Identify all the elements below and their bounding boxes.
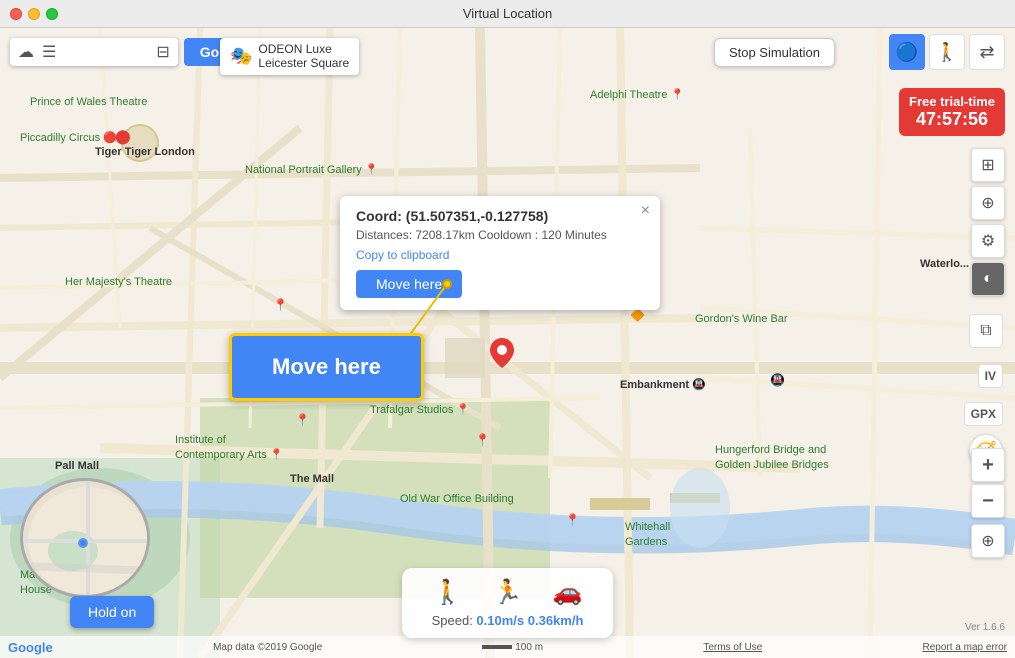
map-container: ☁ ☰ London ⊟ Go 🎭 ODEON LuxeLeicester Sq… bbox=[0, 28, 1015, 658]
coord-popup-close[interactable]: × bbox=[641, 202, 650, 220]
speed-text: Speed: 0.10m/s 0.36km/h bbox=[432, 613, 584, 628]
version-text: Ver 1.6.6 bbox=[965, 622, 1005, 633]
coord-title: Coord: (51.507351,-0.127758) bbox=[356, 208, 644, 224]
zoom-controls: + − ⊕ bbox=[971, 448, 1005, 558]
coord-details: Distances: 7208.17km Cooldown : 120 Minu… bbox=[356, 228, 644, 242]
place-her-majesty: Her Majesty's Theatre bbox=[65, 276, 172, 288]
speed-icons: 🚶 🏃 🚗 bbox=[433, 578, 583, 607]
location-input[interactable]: London bbox=[64, 44, 144, 60]
place-hungerford: Hungerford Bridge andGolden Jubilee Brid… bbox=[715, 443, 829, 474]
place-ica: Institute ofContemporary Arts 📍 bbox=[175, 433, 283, 464]
trial-label: Free trial-time bbox=[909, 94, 995, 109]
titlebar: Virtual Location bbox=[0, 0, 1015, 28]
place-prince-wales: Prince of Wales Theatre bbox=[30, 96, 147, 108]
map-marker-5: 📍 bbox=[475, 433, 490, 447]
toggle-btn[interactable]: ◐ bbox=[971, 262, 1005, 296]
zoom-out-btn[interactable]: − bbox=[971, 484, 1005, 518]
map-marker-6: 🔶 bbox=[630, 308, 645, 322]
place-national-portrait: National Portrait Gallery 📍 bbox=[245, 163, 379, 176]
map-marker-1: 📍 bbox=[273, 298, 288, 312]
map-bottom-bar: Google Map data ©2019 Google 100 m Terms… bbox=[0, 636, 1015, 658]
satellite-view-btn[interactable]: 🔵 bbox=[889, 34, 925, 70]
place-old-war: Old War Office Building bbox=[400, 493, 514, 505]
map-marker-4: 📍 bbox=[565, 513, 580, 527]
move-here-large-button[interactable]: Move here bbox=[229, 333, 424, 401]
coord-popup: × Coord: (51.507351,-0.127758) Distances… bbox=[340, 196, 660, 310]
google-logo: Google bbox=[8, 640, 53, 655]
map-data-label: Map data ©2019 Google bbox=[213, 642, 322, 653]
odeon-text: ODEON LuxeLeicester Square bbox=[258, 42, 349, 71]
main-map-pin bbox=[490, 338, 514, 373]
popup-move-here-button[interactable]: Move here bbox=[356, 270, 462, 298]
hold-on-button[interactable]: Hold on bbox=[70, 596, 154, 628]
right-toolbar-icons: 🔵 🚶 ⇄ bbox=[889, 34, 1005, 70]
map-marker-2: 📍 bbox=[295, 413, 310, 427]
run-speed-icon[interactable]: 🏃 bbox=[493, 578, 523, 607]
stop-simulation-button[interactable]: Stop Simulation bbox=[714, 38, 835, 67]
locate-btn[interactable]: ⊕ bbox=[971, 186, 1005, 220]
cloud-btn[interactable]: ☁ bbox=[18, 42, 34, 62]
menu-btn[interactable]: ☰ bbox=[42, 42, 56, 62]
place-piccadilly: Piccadilly Circus 🔴 bbox=[20, 131, 117, 144]
tune-btn[interactable]: ⚙ bbox=[971, 224, 1005, 258]
walk-speed-icon[interactable]: 🚶 bbox=[433, 578, 463, 607]
place-tiger: Tiger Tiger London bbox=[95, 146, 195, 158]
center-map-btn[interactable]: ⊕ bbox=[971, 524, 1005, 558]
distances-label: Distances: bbox=[356, 228, 412, 242]
scale-label: 100 m bbox=[482, 642, 543, 653]
mini-map bbox=[20, 478, 150, 598]
piccadilly-marker: ⬤ bbox=[115, 128, 131, 145]
toolbar-left: ☁ ☰ London ⊟ bbox=[10, 38, 178, 66]
toolbar: ☁ ☰ London ⊟ Go 🎭 ODEON LuxeLeicester Sq… bbox=[0, 38, 1015, 66]
place-whitehall: WhitehallGardens bbox=[625, 520, 670, 551]
terms-link[interactable]: Terms of Use bbox=[703, 642, 762, 653]
walk-mode-btn[interactable]: 🚶 bbox=[929, 34, 965, 70]
place-trafalgar: Trafalgar Studios 📍 bbox=[370, 403, 470, 416]
maximize-window-btn[interactable] bbox=[46, 8, 58, 20]
minimize-window-btn[interactable] bbox=[28, 8, 40, 20]
cooldown-value: 120 Minutes bbox=[541, 228, 606, 242]
trial-badge: Free trial-time 47:57:56 bbox=[899, 88, 1005, 136]
report-error-link[interactable]: Report a map error bbox=[923, 642, 1007, 653]
place-pall-mall: Pall Mall bbox=[55, 460, 99, 472]
traffic-lights bbox=[10, 8, 58, 20]
expand-map-btn[interactable]: ⊞ bbox=[971, 148, 1005, 182]
speed-label: Speed: bbox=[432, 613, 473, 628]
copy-icon-btn[interactable]: ⧉ bbox=[969, 314, 1003, 348]
copy-to-clipboard-link[interactable]: Copy to clipboard bbox=[356, 248, 644, 262]
right-controls: ⊞ ⊕ ⚙ ◐ bbox=[971, 148, 1005, 296]
place-adelphi: Adelphi Theatre 📍 bbox=[590, 88, 684, 101]
cooldown-label: Cooldown : bbox=[478, 228, 538, 242]
speed-bar: 🚶 🏃 🚗 Speed: 0.10m/s 0.36km/h bbox=[402, 568, 614, 638]
route-mode-btn[interactable]: ⇄ bbox=[969, 34, 1005, 70]
place-gordons: Gordon's Wine Bar bbox=[695, 313, 788, 325]
place-the-mall: The Mall bbox=[290, 473, 334, 485]
gpx-label[interactable]: GPX bbox=[964, 402, 1003, 426]
coord-label: Coord: bbox=[356, 208, 402, 224]
save-btn[interactable]: ⊟ bbox=[156, 42, 169, 62]
iv-label[interactable]: IV bbox=[978, 364, 1003, 388]
distances-value: 7208.17km bbox=[415, 228, 474, 242]
coord-value: (51.507351,-0.127758) bbox=[406, 208, 548, 224]
car-speed-icon[interactable]: 🚗 bbox=[552, 578, 582, 607]
embankment-marker: 🚇 bbox=[770, 373, 785, 387]
place-waterloo: Waterlo... bbox=[920, 258, 969, 270]
close-window-btn[interactable] bbox=[10, 8, 22, 20]
place-embankment: Embankment 🚇 bbox=[620, 378, 706, 391]
speed-value: 0.10m/s 0.36km/h bbox=[476, 613, 583, 628]
trial-timer: 47:57:56 bbox=[909, 109, 995, 130]
odeon-label: 🎭 ODEON LuxeLeicester Square bbox=[220, 38, 359, 75]
zoom-in-btn[interactable]: + bbox=[971, 448, 1005, 482]
window-title: Virtual Location bbox=[463, 6, 552, 21]
